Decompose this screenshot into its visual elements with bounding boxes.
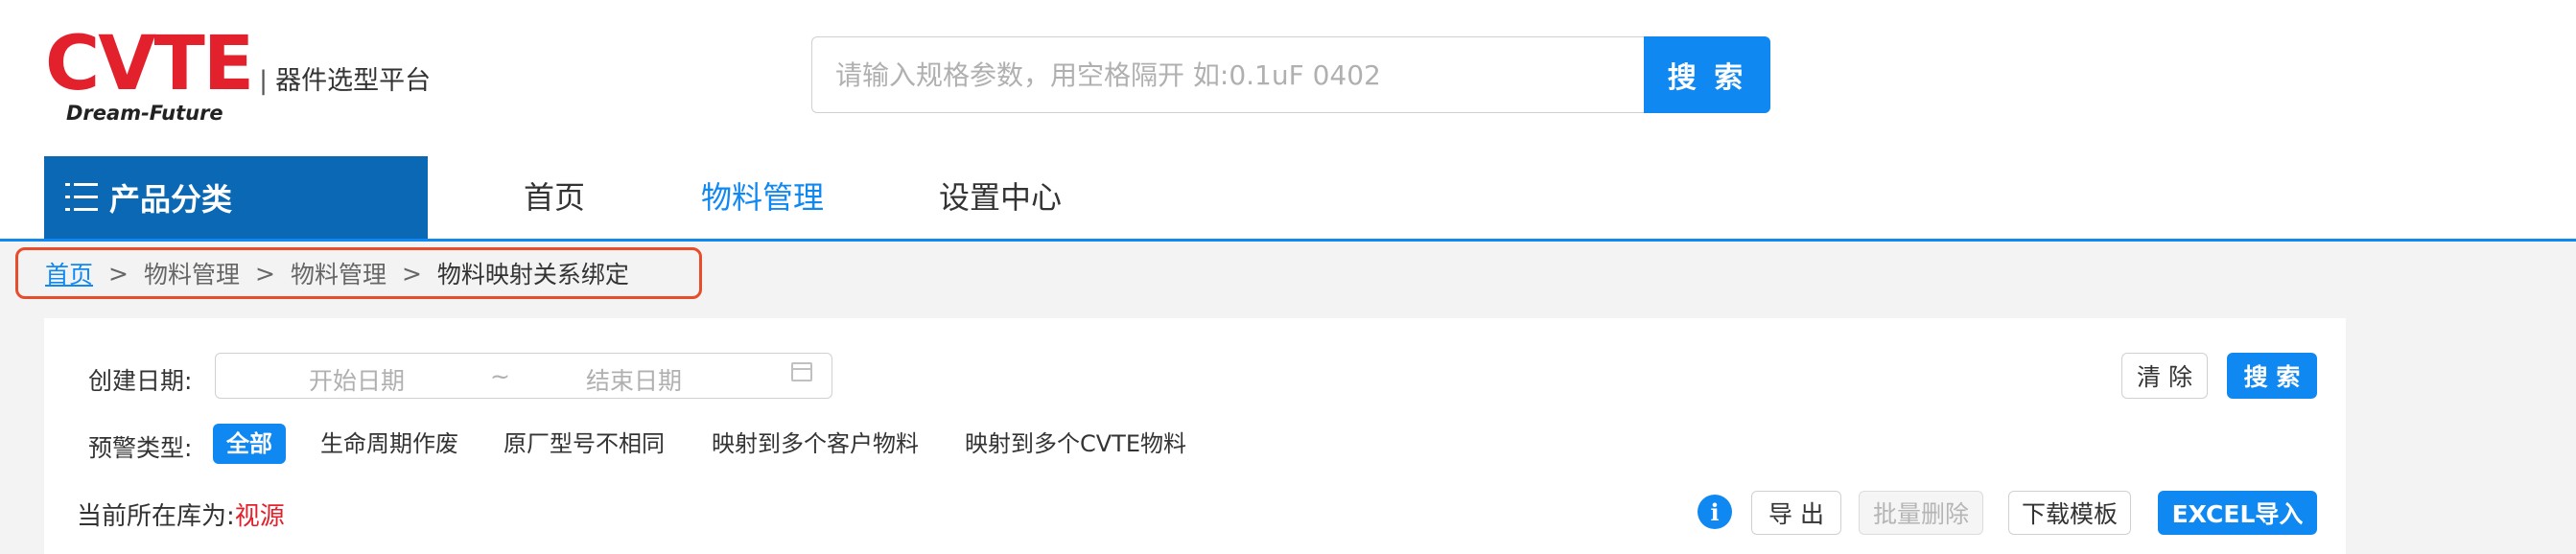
cvte-logo[interactable]: CVTE Dream-Future [45, 27, 256, 130]
info-icon[interactable]: i [1698, 495, 1732, 529]
calendar-icon [791, 362, 812, 381]
nav-material-management[interactable]: 物料管理 [701, 156, 824, 239]
current-library: 当前所在库为:视源 [77, 496, 285, 532]
search-field[interactable] [811, 36, 1644, 113]
current-library-value: 视源 [234, 502, 285, 531]
batch-delete-button[interactable]: 批量删除 [1859, 491, 1983, 535]
excel-import-button[interactable]: EXCEL导入 [2158, 491, 2317, 535]
date-label: 创建日期: [88, 367, 193, 395]
breadcrumb-item[interactable]: 物料管理 [144, 256, 240, 290]
nav-home[interactable]: 首页 [524, 156, 585, 239]
warning-type-mpn-mismatch[interactable]: 原厂型号不相同 [503, 424, 665, 464]
search-input[interactable] [812, 37, 1644, 112]
logo-text: CVTE [45, 21, 254, 107]
breadcrumb: 首页 > 物料管理 > 物料管理 > 物料映射关系绑定 [15, 247, 702, 299]
warning-type-label: 预警类型: [88, 434, 193, 462]
breadcrumb-current: 物料映射关系绑定 [436, 261, 629, 289]
date-range-separator: ~ [490, 362, 510, 390]
download-template-button[interactable]: 下载模板 [2008, 491, 2131, 535]
start-date-input[interactable]: 开始日期 [309, 362, 405, 397]
filter-search-button[interactable]: 搜 索 [2227, 353, 2317, 399]
export-button[interactable]: 导 出 [1751, 491, 1841, 535]
breadcrumb-separator: > [108, 259, 129, 288]
site-name-text: 器件选型平台 [275, 66, 432, 96]
breadcrumb-item[interactable]: 物料管理 [291, 256, 386, 290]
warning-type-lifecycle-obsolete[interactable]: 生命周期作废 [320, 424, 458, 464]
end-date-input[interactable]: 结束日期 [586, 362, 682, 397]
date-range-picker[interactable]: 开始日期 ~ 结束日期 [215, 353, 832, 399]
logo-tagline: Dream-Future [66, 102, 223, 125]
breadcrumb-separator: > [401, 259, 422, 288]
list-icon [65, 183, 98, 212]
breadcrumb-home-link[interactable]: 首页 [45, 256, 93, 290]
nav-settings-center[interactable]: 设置中心 [939, 156, 1062, 239]
warning-type-multiple-cvte-materials[interactable]: 映射到多个CVTE物料 [965, 424, 1186, 464]
product-category-menu[interactable]: 产品分类 [44, 156, 428, 239]
current-library-label: 当前所在库为: [77, 502, 235, 531]
search-button[interactable]: 搜 索 [1644, 36, 1770, 113]
warning-type-all[interactable]: 全部 [213, 424, 286, 464]
warning-type-multiple-customer-materials[interactable]: 映射到多个客户物料 [712, 424, 919, 464]
product-category-label: 产品分类 [109, 181, 233, 218]
breadcrumb-separator: > [254, 259, 275, 288]
site-name: | 器件选型平台 [259, 66, 432, 96]
clear-button[interactable]: 清 除 [2121, 353, 2208, 399]
